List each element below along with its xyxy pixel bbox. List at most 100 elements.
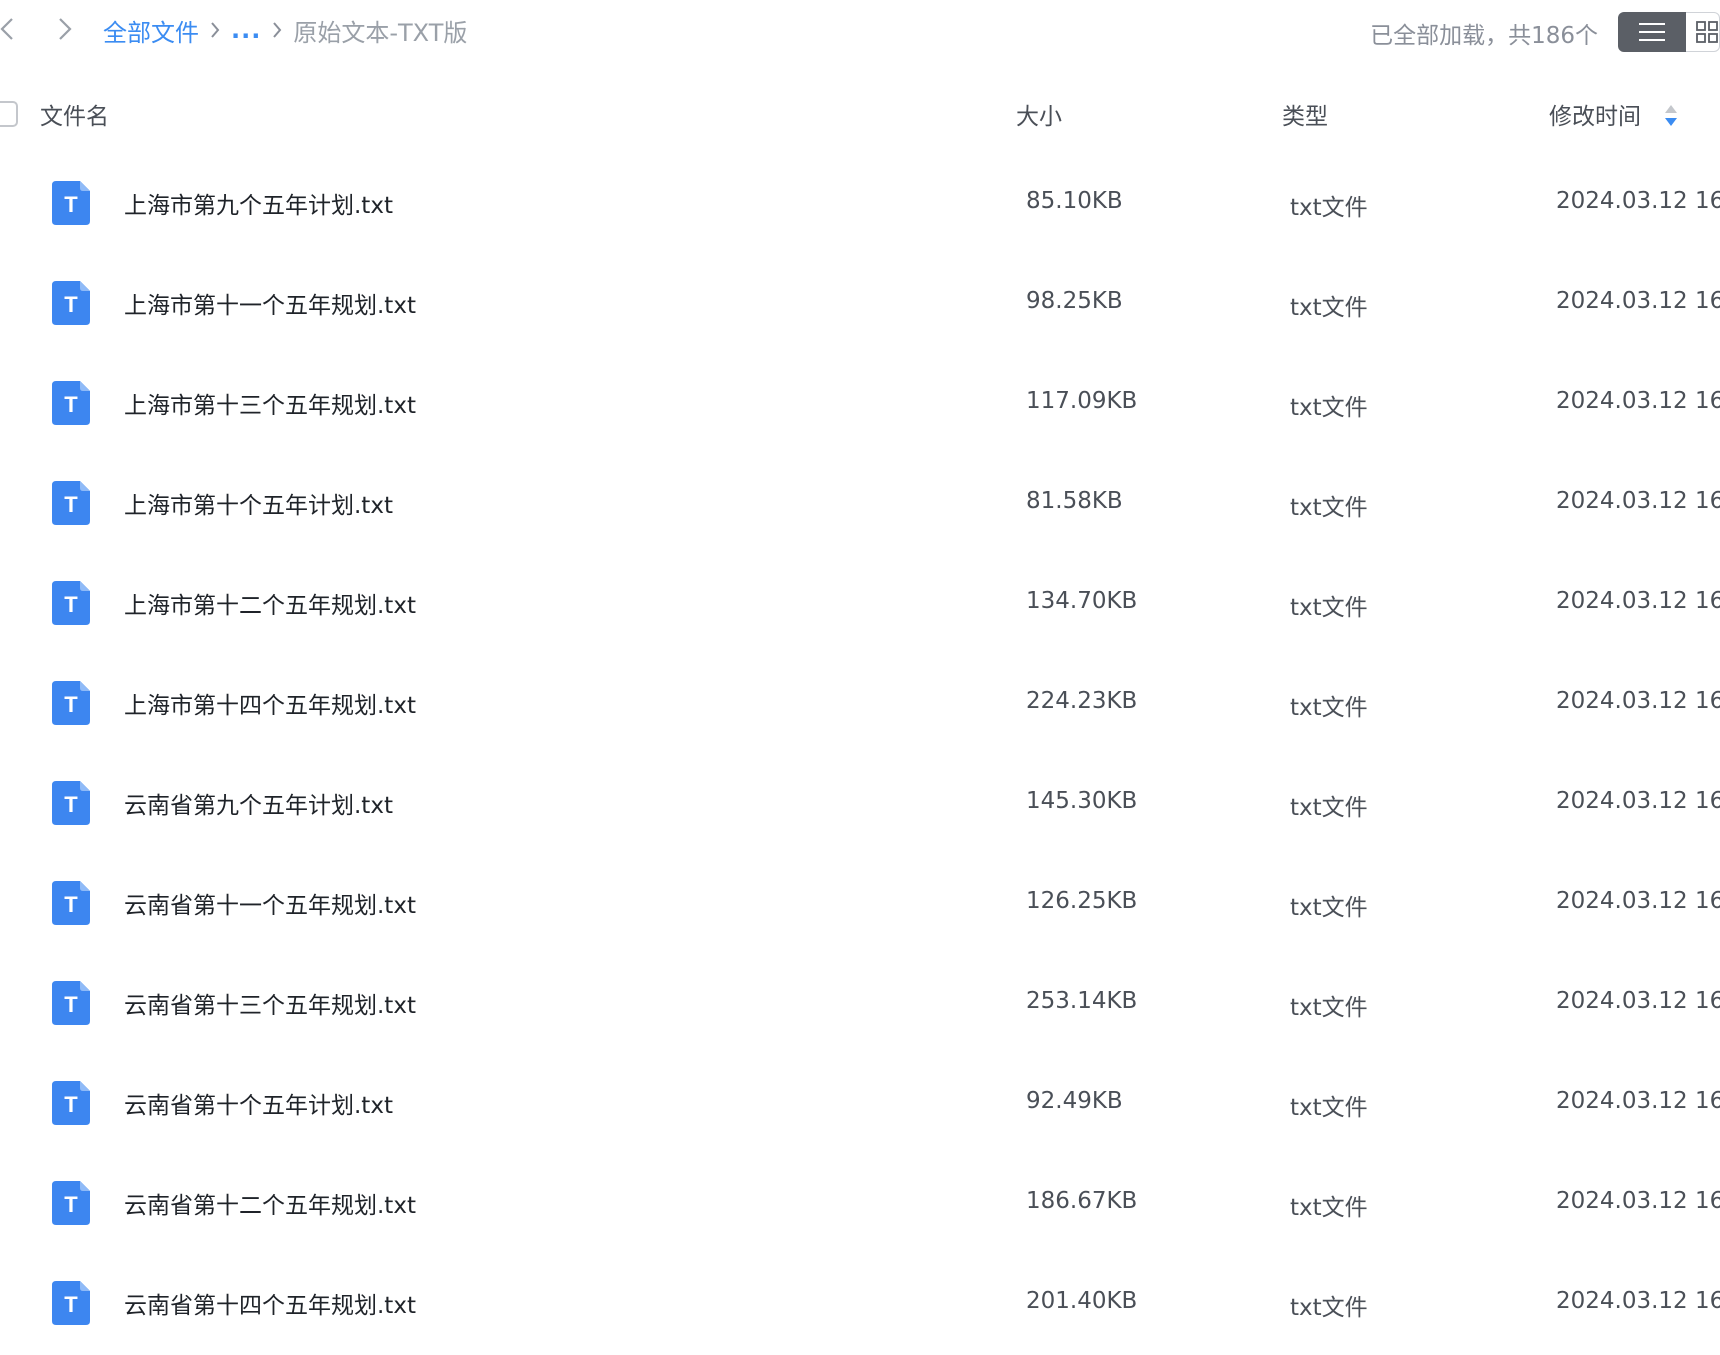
txt-file-icon: T: [52, 481, 90, 525]
txt-file-icon: T: [52, 981, 90, 1025]
svg-text:T: T: [64, 892, 78, 917]
file-row[interactable]: T 云南省第十一个五年规划.txt 126.25KB txt文件 2024.03.12 …: [0, 855, 1720, 955]
breadcrumb-current: 原始文本-TXT版: [293, 18, 468, 47]
txt-file-icon: T: [52, 581, 90, 625]
sort-icon[interactable]: [1663, 103, 1679, 129]
svg-text:T: T: [64, 492, 78, 517]
file-type: txt文件: [1290, 1295, 1368, 1321]
file-modified-time: 2024.03.12 16:: [1556, 688, 1720, 714]
column-header-name[interactable]: 文件名: [40, 97, 109, 131]
file-type: txt文件: [1290, 1195, 1368, 1221]
svg-text:T: T: [64, 792, 78, 817]
chevron-right-icon: [209, 20, 221, 40]
file-name[interactable]: 上海市第九个五年计划.txt: [124, 186, 393, 220]
chevron-left-icon: [0, 18, 13, 40]
file-size: 201.40KB: [1026, 1288, 1138, 1314]
file-name[interactable]: 云南省第十一个五年规划.txt: [124, 886, 416, 920]
file-row[interactable]: T 云南省第十二个五年规划.txt 186.67KB txt文件 2024.03.12 …: [0, 1155, 1720, 1255]
file-size: 134.70KB: [1026, 588, 1138, 614]
grid-view-button[interactable]: [1686, 12, 1720, 52]
file-modified-time: 2024.03.12 16:: [1556, 588, 1720, 614]
svg-text:T: T: [64, 1292, 78, 1317]
svg-text:T: T: [64, 192, 78, 217]
select-all-checkbox[interactable]: [0, 101, 18, 127]
file-type: txt文件: [1290, 995, 1368, 1021]
file-modified-time: 2024.03.12 16:: [1556, 888, 1720, 914]
file-name[interactable]: 云南省第九个五年计划.txt: [124, 786, 393, 820]
load-status-text: 已全部加载，共186个: [1370, 23, 1598, 49]
file-size: 224.23KB: [1026, 688, 1138, 714]
breadcrumb: 全部文件 ... 原始文本-TXT版: [103, 12, 467, 48]
file-type: txt文件: [1290, 395, 1368, 421]
file-name[interactable]: 上海市第十个五年计划.txt: [124, 486, 393, 520]
txt-file-icon: T: [52, 1181, 90, 1225]
file-modified-time: 2024.03.12 16:: [1556, 988, 1720, 1014]
file-row[interactable]: T 云南省第十个五年计划.txt 92.49KB txt文件 2024.03.12 16…: [0, 1055, 1720, 1155]
svg-text:T: T: [64, 692, 78, 717]
txt-file-icon: T: [52, 881, 90, 925]
file-size: 98.25KB: [1026, 288, 1123, 314]
file-type: txt文件: [1290, 495, 1368, 521]
file-name[interactable]: 上海市第十二个五年规划.txt: [124, 586, 416, 620]
file-row[interactable]: T 云南省第九个五年计划.txt 145.30KB txt文件 2024.03.12 1…: [0, 755, 1720, 855]
file-size: 126.25KB: [1026, 888, 1138, 914]
file-type: txt文件: [1290, 895, 1368, 921]
file-name[interactable]: 云南省第十四个五年规划.txt: [124, 1286, 416, 1320]
svg-text:T: T: [64, 292, 78, 317]
txt-file-icon: T: [52, 681, 90, 725]
file-list: T 上海市第九个五年计划.txt 85.10KB txt文件 2024.03.12 16…: [0, 155, 1720, 1355]
column-header-size[interactable]: 大小: [1016, 97, 1062, 131]
file-type: txt文件: [1290, 595, 1368, 621]
column-header-type[interactable]: 类型: [1282, 97, 1328, 131]
list-icon: [1639, 23, 1665, 41]
file-row[interactable]: T 云南省第十四个五年规划.txt 201.40KB txt文件 2024.03.12 …: [0, 1255, 1720, 1355]
file-name[interactable]: 云南省第十二个五年规划.txt: [124, 1186, 416, 1220]
breadcrumb-root-link[interactable]: 全部文件: [103, 13, 199, 48]
file-modified-time: 2024.03.12 16:: [1556, 1188, 1720, 1214]
file-name[interactable]: 云南省第十个五年计划.txt: [124, 1086, 393, 1120]
file-size: 81.58KB: [1026, 488, 1123, 514]
txt-file-icon: T: [52, 381, 90, 425]
file-row[interactable]: T 上海市第十一个五年规划.txt 98.25KB txt文件 2024.03.12 1…: [0, 255, 1720, 355]
file-type: txt文件: [1290, 195, 1368, 221]
top-toolbar: 全部文件 ... 原始文本-TXT版 已全部加载，共186个: [0, 0, 1720, 62]
file-size: 85.10KB: [1026, 188, 1123, 214]
file-size: 145.30KB: [1026, 788, 1138, 814]
list-view-button[interactable]: [1618, 12, 1686, 52]
file-name[interactable]: 上海市第十四个五年规划.txt: [124, 686, 416, 720]
chevron-right-icon: [59, 18, 72, 40]
file-row[interactable]: T 上海市第十四个五年规划.txt 224.23KB txt文件 2024.03.12 …: [0, 655, 1720, 755]
svg-text:T: T: [64, 1192, 78, 1217]
table-header: 文件名 大小 类型 修改时间: [0, 85, 1720, 141]
file-modified-time: 2024.03.12 16:: [1556, 488, 1720, 514]
svg-text:T: T: [64, 1092, 78, 1117]
txt-file-icon: T: [52, 281, 90, 325]
file-size: 92.49KB: [1026, 1088, 1123, 1114]
file-name[interactable]: 上海市第十一个五年规划.txt: [124, 286, 416, 320]
file-modified-time: 2024.03.12 16:: [1556, 1288, 1720, 1314]
file-row[interactable]: T 上海市第十三个五年规划.txt 117.09KB txt文件 2024.03.12 …: [0, 355, 1720, 455]
file-row[interactable]: T 云南省第十三个五年规划.txt 253.14KB txt文件 2024.03.12 …: [0, 955, 1720, 1055]
file-type: txt文件: [1290, 295, 1368, 321]
forward-button[interactable]: [50, 14, 80, 44]
column-header-modified[interactable]: 修改时间: [1549, 97, 1641, 131]
file-row[interactable]: T 上海市第十个五年计划.txt 81.58KB txt文件 2024.03.12 16…: [0, 455, 1720, 555]
file-name[interactable]: 云南省第十三个五年规划.txt: [124, 986, 416, 1020]
svg-text:T: T: [64, 592, 78, 617]
file-row[interactable]: T 上海市第十二个五年规划.txt 134.70KB txt文件 2024.03.12 …: [0, 555, 1720, 655]
file-type: txt文件: [1290, 695, 1368, 721]
back-button[interactable]: [0, 14, 22, 44]
txt-file-icon: T: [52, 1081, 90, 1125]
file-row[interactable]: T 上海市第九个五年计划.txt 85.10KB txt文件 2024.03.12 16…: [0, 155, 1720, 255]
txt-file-icon: T: [52, 1281, 90, 1325]
grid-icon: [1696, 21, 1718, 43]
file-size: 253.14KB: [1026, 988, 1138, 1014]
file-name[interactable]: 上海市第十三个五年规划.txt: [124, 386, 416, 420]
file-size: 186.67KB: [1026, 1188, 1138, 1214]
file-type: txt文件: [1290, 1095, 1368, 1121]
txt-file-icon: T: [52, 181, 90, 225]
breadcrumb-ellipsis-link[interactable]: ...: [231, 16, 261, 44]
chevron-right-icon: [271, 20, 283, 40]
svg-text:T: T: [64, 392, 78, 417]
svg-text:T: T: [64, 992, 78, 1017]
